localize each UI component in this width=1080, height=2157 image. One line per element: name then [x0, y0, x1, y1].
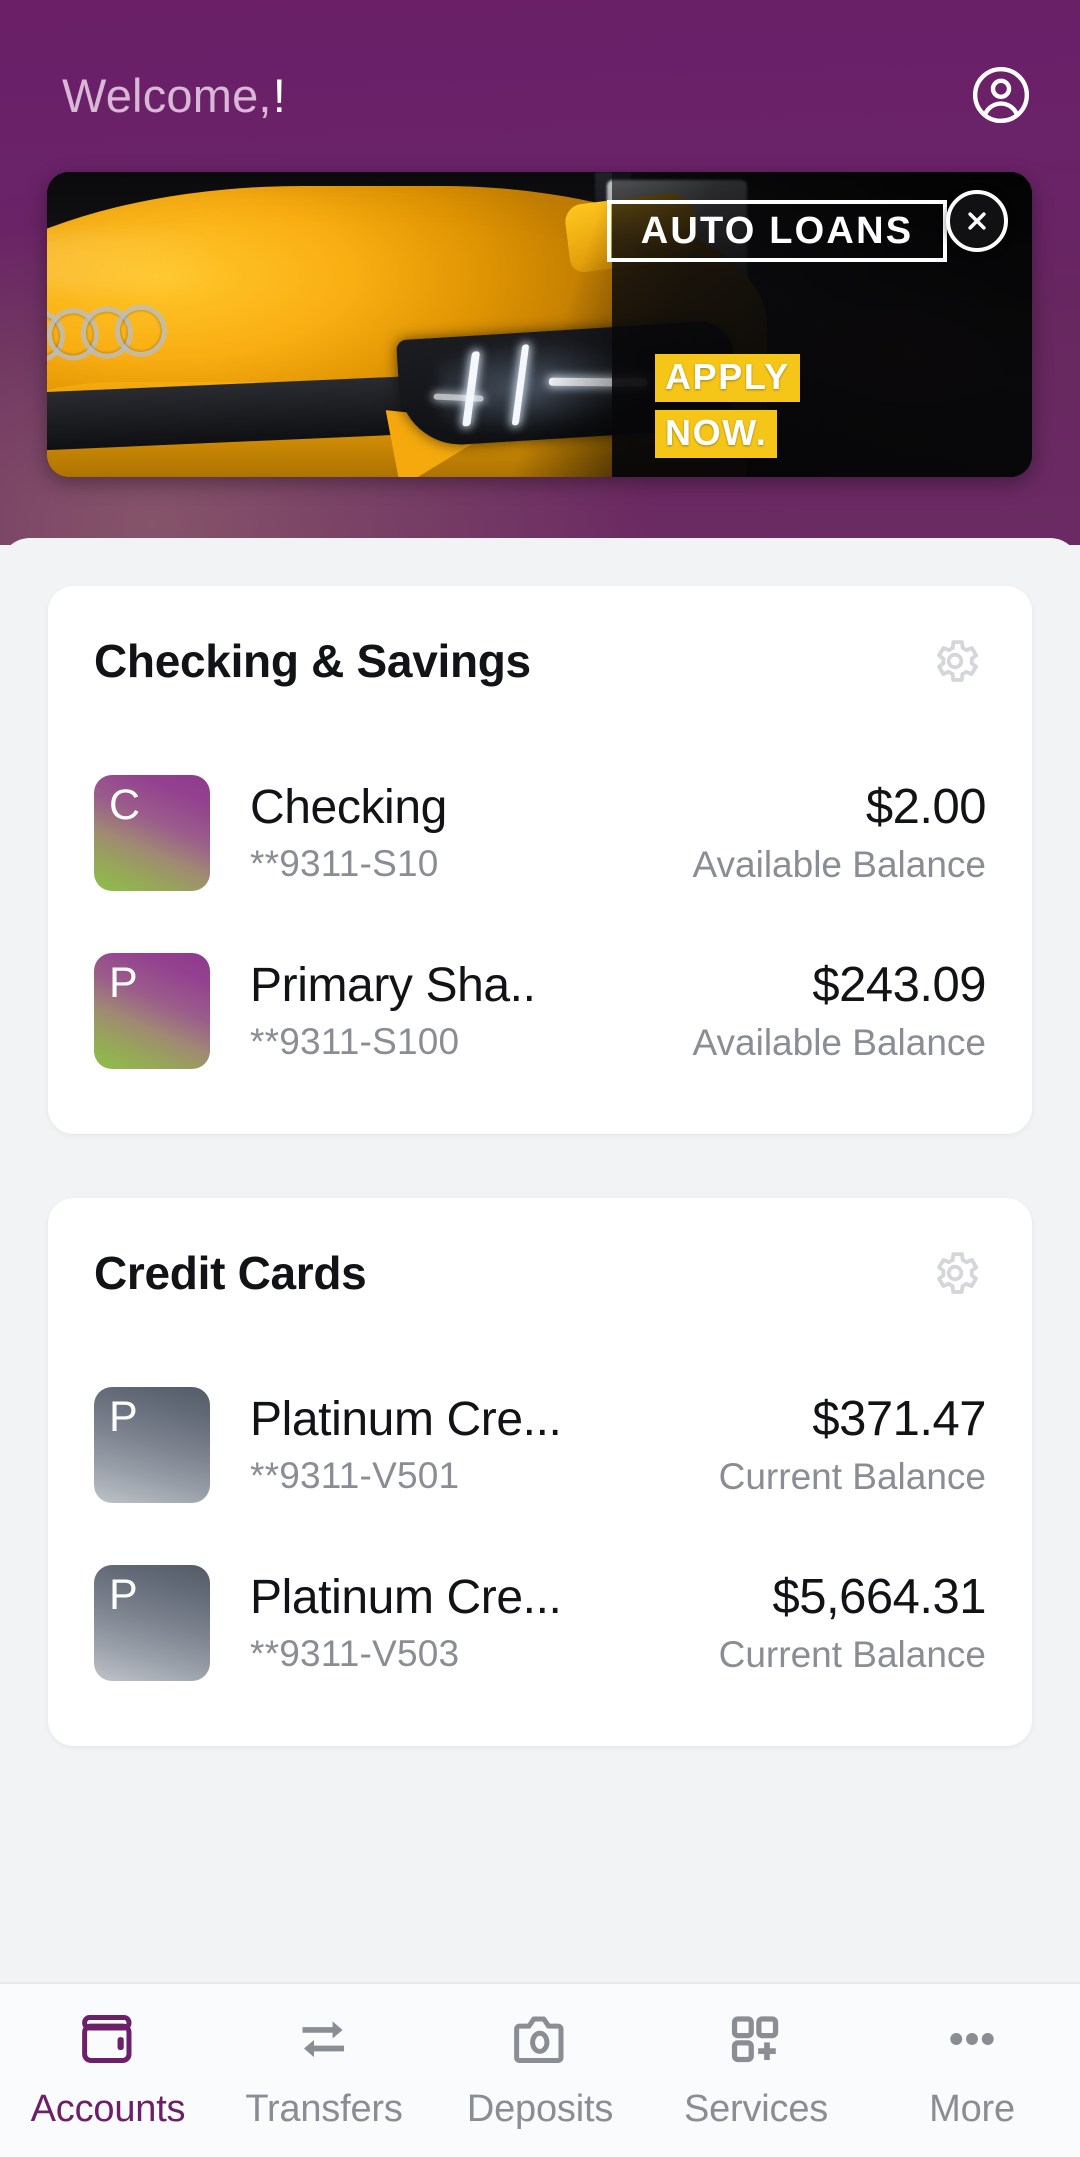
account-name: Platinum Cre... — [250, 1570, 562, 1624]
account-balance-label: Current Balance — [718, 1633, 986, 1675]
promo-cta-line1: APPLY — [655, 354, 800, 402]
camera-icon — [514, 2016, 564, 2063]
transfer-arrows-icon — [302, 2021, 345, 2058]
promo-cta[interactable]: APPLY NOW. — [655, 354, 800, 466]
nav-label-more: More — [929, 2088, 1015, 2130]
promo-headline: AUTO LOANS — [640, 209, 914, 252]
nav-icon-wrap-accounts — [77, 2006, 139, 2072]
account-amount: $243.09 — [812, 958, 986, 1013]
account-balance-label: Available Balance — [692, 843, 986, 885]
nav-label-transfers: Transfers — [245, 2088, 403, 2130]
nav-item-transfers[interactable]: Transfers — [216, 2006, 432, 2131]
nav-icon-wrap-more — [941, 2006, 1003, 2072]
account-info: Checking **9311-S10 — [210, 781, 673, 886]
account-name: Primary Sha.. — [250, 958, 536, 1012]
gear-icon — [937, 1252, 979, 1294]
account-avatar: P — [94, 1387, 210, 1503]
account-avatar: P — [94, 953, 210, 1069]
nav-label-services: Services — [683, 2088, 829, 2130]
account-number: **9311-V503 — [250, 1633, 460, 1675]
account-info: Platinum Cre... **9311-V501 — [210, 1393, 699, 1498]
account-balance-label: Available Balance — [692, 1021, 986, 1063]
nav-icon-wrap-deposits — [509, 2006, 571, 2072]
welcome-message: Welcome,! — [62, 68, 286, 123]
avatar-initial: P — [109, 959, 138, 1007]
account-avatar: P — [94, 1565, 210, 1681]
avatar-initial: P — [109, 1393, 138, 1441]
header-banner-area: Welcome,! AUTO LOANS APPLY NOW. — [0, 0, 1080, 545]
table-row[interactable]: P Platinum Cre... **9311-V501 $371.47 Cu… — [94, 1356, 987, 1534]
checking-savings-header: Checking & Savings — [94, 626, 986, 696]
account-number: **9311-V501 — [250, 1455, 460, 1497]
profile-button[interactable] — [968, 62, 1034, 128]
checking-savings-title: Checking & Savings — [94, 635, 531, 687]
header-bar: Welcome,! — [0, 40, 1080, 150]
welcome-exclamation: ! — [272, 68, 286, 122]
account-info: Primary Sha.. **9311-S100 — [210, 959, 673, 1064]
account-info: Platinum Cre... **9311-V503 — [210, 1571, 699, 1676]
checking-savings-rows: C Checking **9311-S10 $2.00 Available Ba… — [94, 744, 987, 1100]
account-avatar: C — [94, 775, 210, 891]
close-icon — [968, 212, 986, 230]
table-row[interactable]: P Primary Sha.. **9311-S100 $243.09 Avai… — [94, 922, 987, 1100]
nav-item-more[interactable]: More — [864, 2006, 1080, 2131]
account-amount: $5,664.31 — [772, 1570, 987, 1625]
account-amount: $371.47 — [812, 1392, 986, 1447]
account-balance-label: Current Balance — [718, 1455, 986, 1497]
nav-item-services[interactable]: Services — [648, 2006, 864, 2131]
credit-cards-card: Credit Cards P Platinum Cre... **9311-V5… — [48, 1198, 1032, 1746]
nav-label-accounts: Accounts — [30, 2088, 186, 2130]
account-balance-block: $2.00 Available Balance — [673, 780, 987, 886]
account-number: **9311-S10 — [250, 843, 439, 885]
account-name: Checking — [250, 780, 447, 834]
avatar-initial: C — [109, 781, 141, 829]
bottom-navigation: Accounts Transfers Deposits Services Mor… — [0, 1982, 1080, 2157]
table-row[interactable]: C Checking **9311-S10 $2.00 Available Ba… — [94, 744, 987, 922]
accounts-sheet: Checking & Savings C Checking **9311-S10 — [0, 538, 1080, 1982]
avatar-initial: P — [109, 1571, 138, 1619]
account-balance-block: $5,664.31 Current Balance — [699, 1570, 987, 1676]
credit-cards-header: Credit Cards — [94, 1238, 986, 1308]
checking-savings-card: Checking & Savings C Checking **9311-S10 — [48, 586, 1032, 1134]
account-balance-block: $243.09 Available Balance — [673, 958, 987, 1064]
account-number: **9311-S100 — [250, 1021, 460, 1063]
table-row[interactable]: P Platinum Cre... **9311-V503 $5,664.31 … — [94, 1534, 987, 1712]
nav-label-deposits: Deposits — [466, 2088, 614, 2130]
account-balance-block: $371.47 Current Balance — [699, 1392, 987, 1498]
ellipsis-icon — [950, 2033, 994, 2045]
account-amount: $2.00 — [865, 780, 987, 835]
checking-savings-settings-button[interactable] — [924, 630, 986, 692]
nav-icon-wrap-transfers — [293, 2006, 355, 2072]
credit-cards-rows: P Platinum Cre... **9311-V501 $371.47 Cu… — [94, 1356, 987, 1712]
credit-cards-settings-button[interactable] — [924, 1242, 986, 1304]
promo-close-button[interactable] — [946, 190, 1008, 252]
grid-plus-icon — [731, 2016, 779, 2063]
gear-icon — [937, 640, 979, 682]
promo-banner[interactable]: AUTO LOANS APPLY NOW. — [47, 172, 1032, 477]
app-screen: Welcome,! AUTO LOANS APPLY NOW. Checking… — [0, 0, 1080, 2157]
credit-cards-title: Credit Cards — [94, 1247, 367, 1299]
promo-cta-line2: NOW. — [655, 410, 778, 458]
account-name: Platinum Cre... — [250, 1392, 562, 1446]
welcome-greeting: Welcome, — [62, 68, 272, 122]
nav-icon-wrap-services — [725, 2006, 787, 2072]
nav-item-deposits[interactable]: Deposits — [432, 2006, 648, 2131]
wallet-icon — [82, 2015, 132, 2063]
account-circle-icon — [972, 66, 1030, 124]
promo-headline-box: AUTO LOANS — [607, 200, 947, 262]
nav-item-accounts[interactable]: Accounts — [0, 2006, 216, 2131]
